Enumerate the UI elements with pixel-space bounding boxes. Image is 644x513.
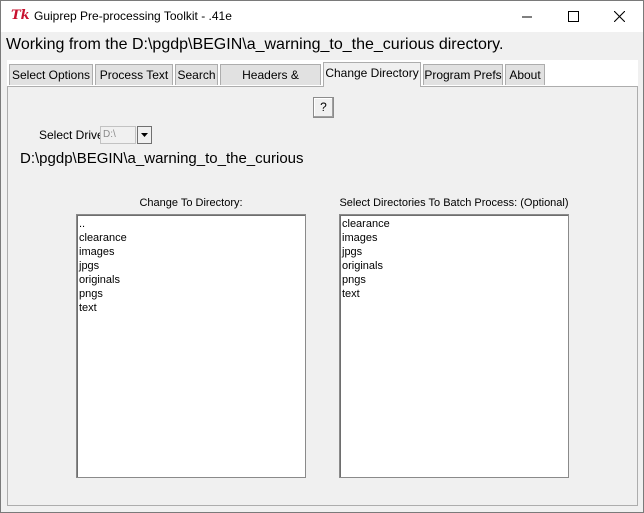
change-directory-listbox[interactable]: .. clearance images jpgs originals pngs … xyxy=(76,214,306,478)
tab-search[interactable]: Search xyxy=(175,64,218,85)
tab-select-options[interactable]: Select Options xyxy=(9,64,93,85)
help-button[interactable]: ? xyxy=(313,97,334,118)
window-title: Guiprep Pre-processing Toolkit - .41e xyxy=(34,9,232,23)
list-item[interactable]: .. xyxy=(79,217,305,231)
working-directory-status: Working from the D:\pgdp\BEGIN\a_warning… xyxy=(6,36,504,53)
select-drive-label: Select Drive xyxy=(39,128,104,142)
tab-process-text[interactable]: Process Text xyxy=(95,64,173,85)
close-icon xyxy=(613,11,625,22)
list-item[interactable]: clearance xyxy=(79,231,305,245)
current-path: D:\pgdp\BEGIN\a_warning_to_the_curious xyxy=(20,150,304,167)
list-item[interactable]: originals xyxy=(342,259,568,273)
maximize-icon xyxy=(567,11,579,22)
close-button[interactable] xyxy=(596,1,642,32)
maximize-button[interactable] xyxy=(550,1,596,32)
tk-feather-icon: Tk xyxy=(11,8,30,23)
title-bar[interactable]: Tk Guiprep Pre-processing Toolkit - .41e xyxy=(1,1,643,32)
drive-value[interactable]: D:\ xyxy=(100,126,136,144)
minimize-icon xyxy=(521,16,532,18)
list-item[interactable]: jpgs xyxy=(342,245,568,259)
tab-headers-footers[interactable]: Headers & Footers xyxy=(220,64,321,102)
drive-combobox[interactable]: D:\ xyxy=(100,126,152,144)
batch-process-caption: Select Directories To Batch Process: (Op… xyxy=(339,197,569,209)
list-item[interactable]: originals xyxy=(79,273,305,287)
tab-about[interactable]: About xyxy=(505,64,545,85)
change-directory-caption: Change To Directory: xyxy=(139,197,243,209)
drive-dropdown-button[interactable] xyxy=(137,126,152,144)
list-item[interactable]: images xyxy=(342,231,568,245)
list-item[interactable]: text xyxy=(342,287,568,301)
tab-strip: Select Options Process Text Search Heade… xyxy=(7,60,638,102)
minimize-button[interactable] xyxy=(504,1,550,32)
list-item[interactable]: text xyxy=(79,301,305,315)
change-directory-page: ? Select Drive D:\ D:\pgdp\BEGIN\a_warni… xyxy=(7,86,638,506)
tab-change-directory[interactable]: Change Directory xyxy=(323,62,421,87)
app-window: Tk Guiprep Pre-processing Toolkit - .41e… xyxy=(0,0,644,513)
chevron-down-icon xyxy=(141,133,148,137)
batch-process-listbox[interactable]: clearance images jpgs originals pngs tex… xyxy=(339,214,569,478)
list-item[interactable]: clearance xyxy=(342,217,568,231)
tab-program-prefs[interactable]: Program Prefs xyxy=(423,64,503,85)
list-item[interactable]: pngs xyxy=(79,287,305,301)
list-item[interactable]: images xyxy=(79,245,305,259)
list-item[interactable]: jpgs xyxy=(79,259,305,273)
tab-notebook: Select Options Process Text Search Heade… xyxy=(7,60,638,506)
list-item[interactable]: pngs xyxy=(342,273,568,287)
